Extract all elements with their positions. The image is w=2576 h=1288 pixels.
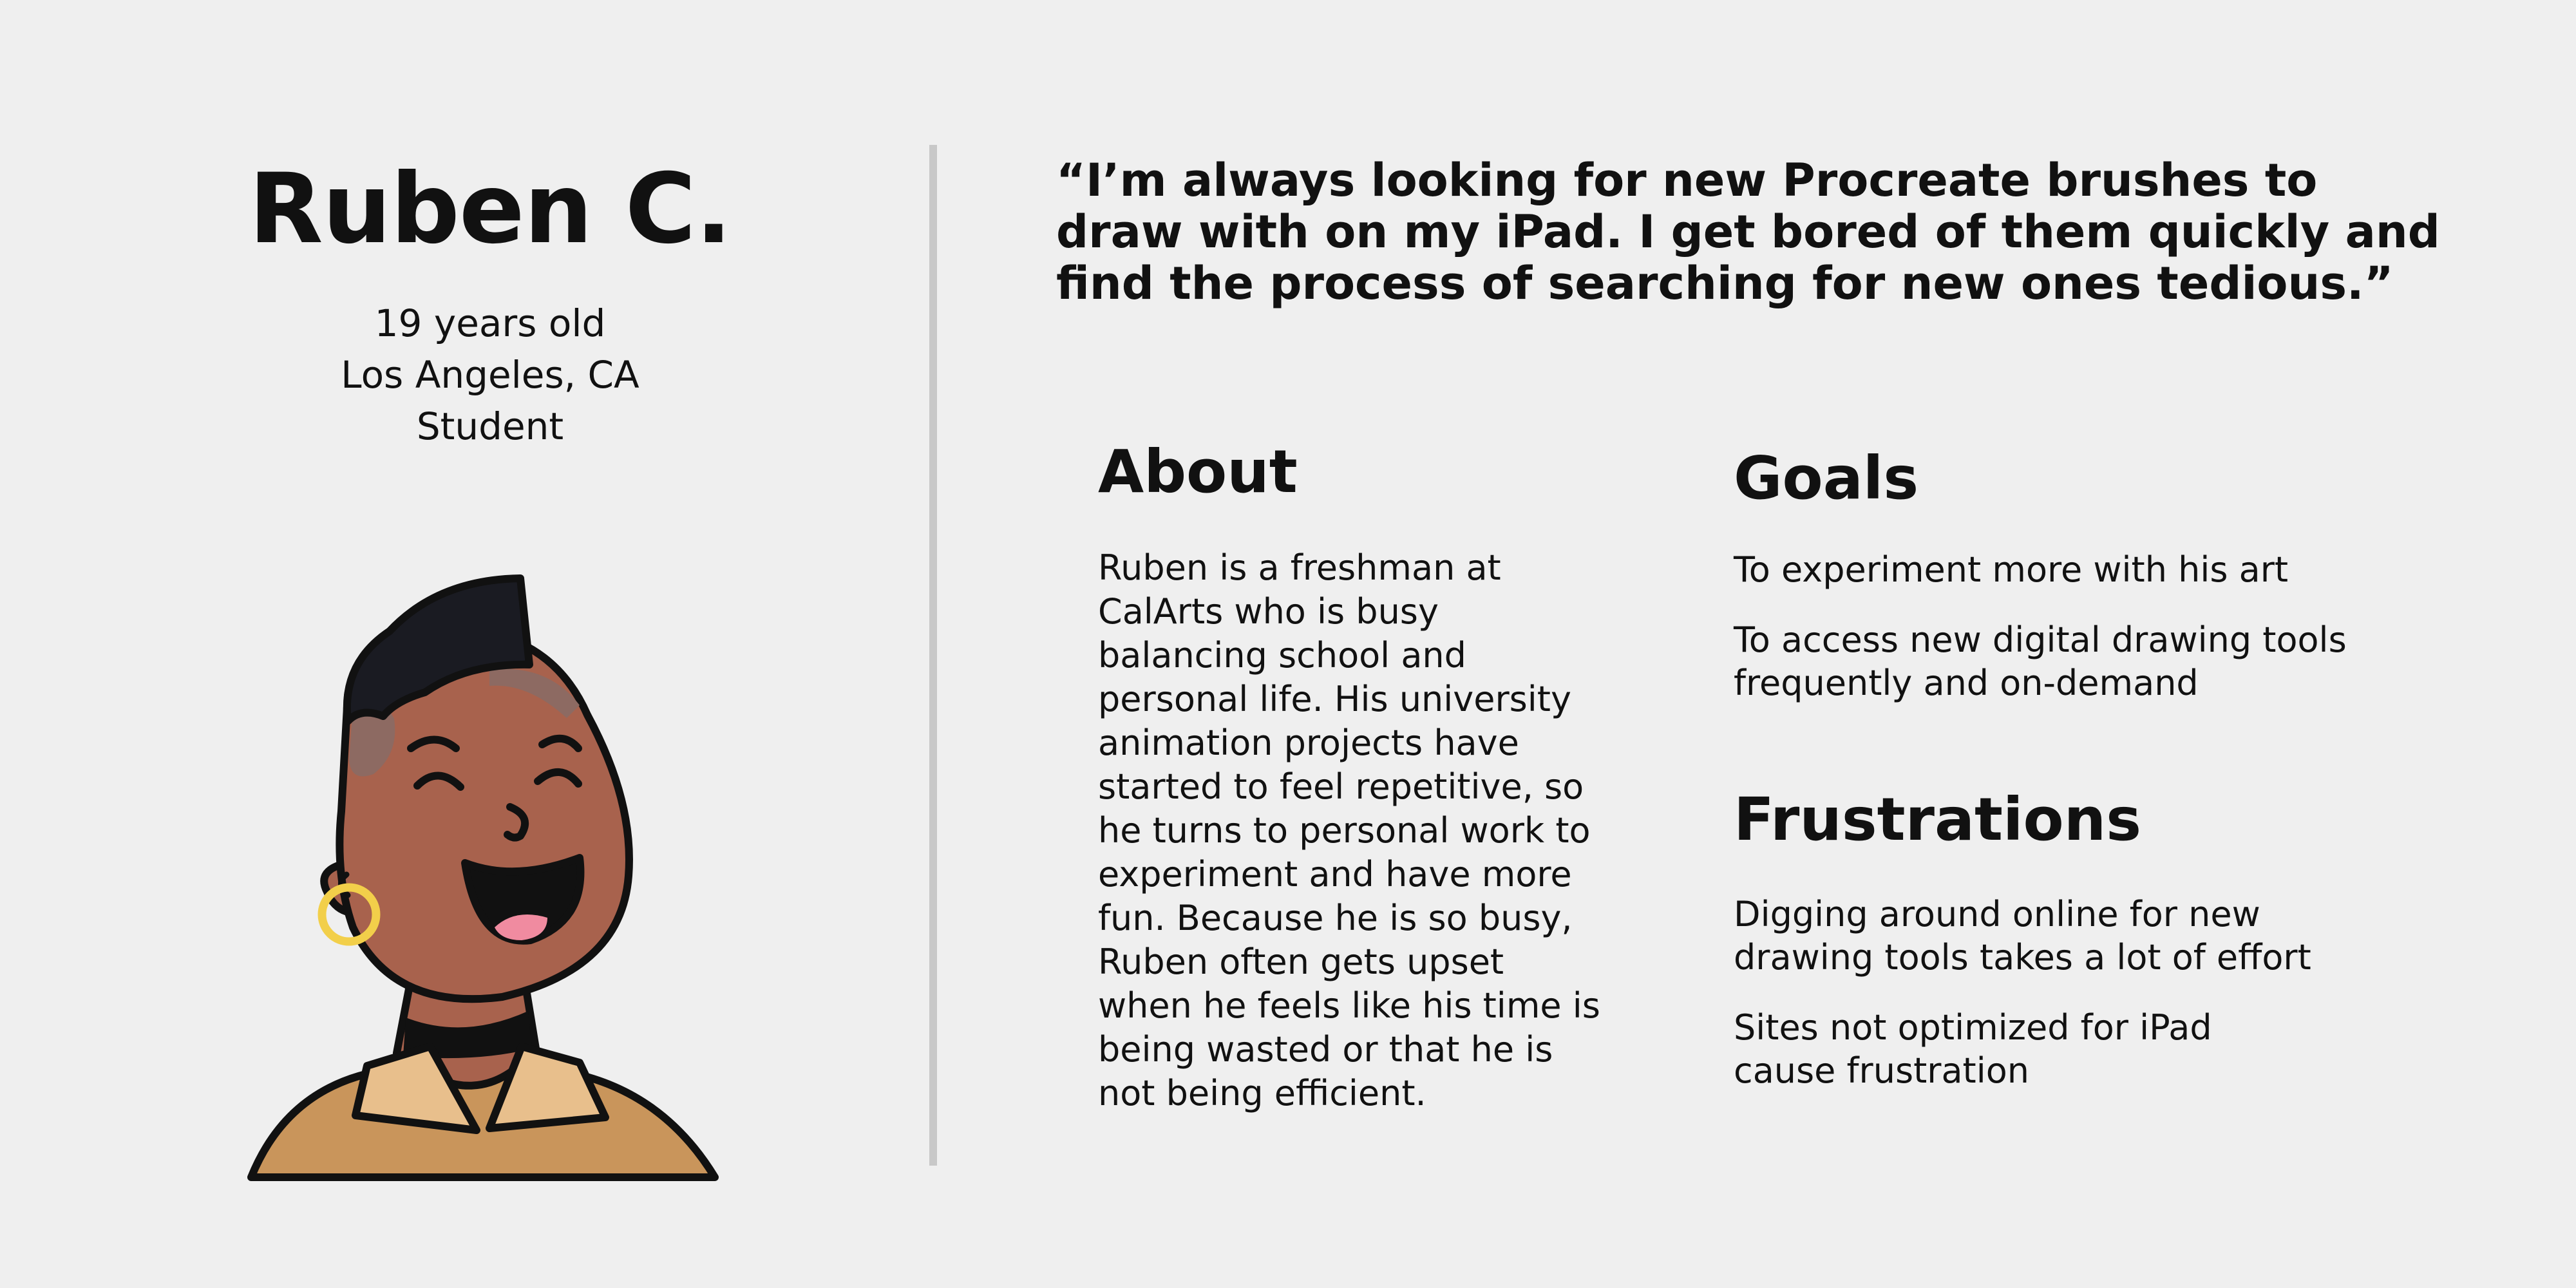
persona-location: Los Angeles, CA bbox=[341, 353, 639, 397]
vertical-divider bbox=[929, 145, 937, 1166]
avatar bbox=[247, 574, 719, 1181]
about-text: Ruben is a freshman at CalArts who is bu… bbox=[1098, 546, 1678, 1115]
persona-quote: “I’m always looking for new Procreate br… bbox=[1056, 154, 2440, 310]
about-line: experiment and have more bbox=[1098, 854, 1572, 895]
about-line: being wasted or that he is bbox=[1098, 1029, 1553, 1070]
goals-list: To experiment more with his art To acces… bbox=[1734, 548, 2494, 732]
frustration-item: Digging around online for new drawing to… bbox=[1734, 893, 2494, 979]
persona-age: 19 years old bbox=[374, 301, 606, 345]
goal-line: To access new digital drawing tools bbox=[1734, 620, 2347, 660]
goal-item: To access new digital drawing tools freq… bbox=[1734, 618, 2494, 705]
persona-profile: Ruben C. 19 years old Los Angeles, CA St… bbox=[0, 0, 934, 1288]
frustration-line: drawing tools takes a lot of effort bbox=[1734, 937, 2311, 978]
about-line: when he feels like his time is bbox=[1098, 985, 1600, 1026]
quote-line: “I’m always looking for new Procreate br… bbox=[1056, 154, 2318, 207]
about-line: Ruben is a freshman at bbox=[1098, 547, 1501, 588]
frustration-line: Sites not optimized for iPad bbox=[1734, 1007, 2212, 1048]
quote-line: draw with on my iPad. I get bored of the… bbox=[1056, 205, 2440, 258]
frustrations-list: Digging around online for new drawing to… bbox=[1734, 893, 2494, 1119]
frustrations-heading: Frustrations bbox=[1734, 785, 2141, 854]
goal-item: To experiment more with his art bbox=[1734, 548, 2494, 591]
goal-line: frequently and on-demand bbox=[1734, 663, 2199, 703]
about-line: not being efficient. bbox=[1098, 1073, 1426, 1113]
persona-details: 19 years old Los Angeles, CA Student bbox=[0, 298, 980, 452]
quote-line: find the process of searching for new on… bbox=[1056, 257, 2394, 310]
about-line: animation projects have bbox=[1098, 723, 1519, 763]
frustration-line: Digging around online for new bbox=[1734, 894, 2260, 934]
persona-occupation: Student bbox=[416, 404, 564, 448]
about-line: personal life. His university bbox=[1098, 679, 1571, 719]
persona-name: Ruben C. bbox=[249, 153, 732, 265]
about-line: CalArts who is busy bbox=[1098, 591, 1439, 632]
about-heading: About bbox=[1098, 437, 1298, 506]
about-line: balancing school and bbox=[1098, 635, 1466, 676]
about-line: he turns to personal work to bbox=[1098, 810, 1591, 851]
about-line: Ruben often gets upset bbox=[1098, 942, 1504, 982]
about-line: fun. Because he is so busy, bbox=[1098, 898, 1573, 938]
goals-heading: Goals bbox=[1734, 444, 1919, 513]
frustration-line: cause frustration bbox=[1734, 1050, 2029, 1091]
frustration-item: Sites not optimized for iPad cause frust… bbox=[1734, 1006, 2494, 1092]
goal-line: To experiment more with his art bbox=[1734, 549, 2289, 590]
about-line: started to feel repetitive, so bbox=[1098, 766, 1584, 807]
